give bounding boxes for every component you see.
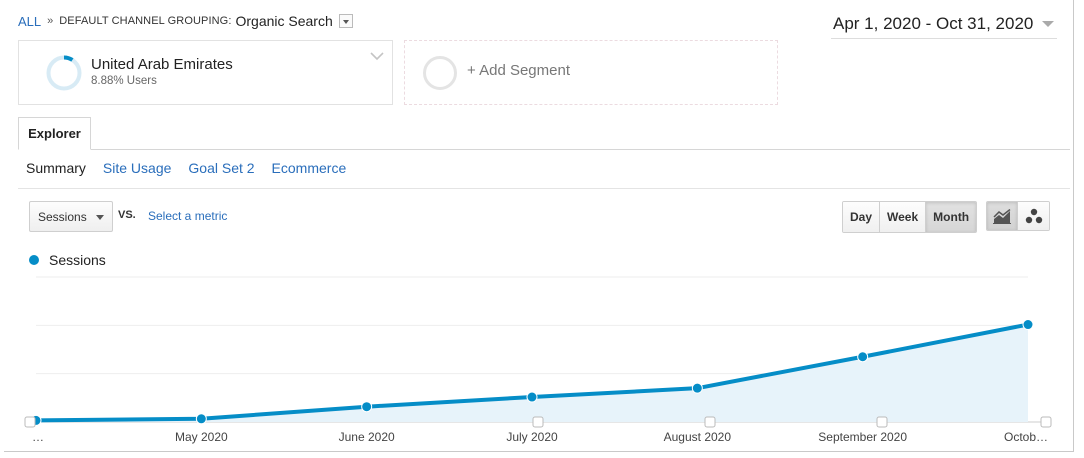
annotation-marker-icon[interactable] <box>704 416 716 428</box>
breadcrumb-all-link[interactable]: ALL <box>18 14 41 29</box>
sessions-legend-swatch <box>29 255 39 265</box>
empty-segment-ring-icon <box>423 56 457 90</box>
segment-share: 8.88% Users <box>91 75 157 87</box>
vs-label: VS. <box>118 209 136 221</box>
date-range-text: Apr 1, 2020 - Oct 31, 2020 <box>833 14 1034 33</box>
x-tick-label: May 2020 <box>175 430 228 444</box>
annotation-marker-icon[interactable] <box>24 416 36 428</box>
subtab-divider <box>18 188 1070 189</box>
breadcrumb-dimension-label: DEFAULT CHANNEL GROUPING: <box>59 15 232 27</box>
motion-chart-button[interactable] <box>1018 202 1049 230</box>
chevron-down-icon[interactable] <box>370 51 384 61</box>
period-month-button[interactable]: Month <box>926 202 977 232</box>
x-tick-label: August 2020 <box>664 430 732 444</box>
x-tick-label: September 2020 <box>818 430 907 444</box>
x-tick-label: June 2020 <box>339 430 395 444</box>
period-day-button[interactable]: Day <box>843 202 881 232</box>
select-metric-link[interactable]: Select a metric <box>148 209 227 223</box>
sessions-point-3[interactable] <box>526 391 538 403</box>
annotation-marker-icon[interactable] <box>1040 416 1052 428</box>
line-chart-button[interactable] <box>987 202 1018 230</box>
period-toggle: Day Week Month <box>842 201 978 233</box>
tab-explorer[interactable]: Explorer <box>18 117 91 150</box>
add-segment-label: + Add Segment <box>467 62 570 79</box>
x-tick-label: Octob… <box>1004 430 1048 444</box>
date-range-picker[interactable]: Apr 1, 2020 - Oct 31, 2020 <box>833 14 1055 34</box>
add-segment-button[interactable]: + Add Segment <box>404 40 778 105</box>
segment-card[interactable]: United Arab Emirates 8.88% Users <box>18 40 393 105</box>
motion-chart-icon <box>1025 208 1042 224</box>
subtab-goal-set-2[interactable]: Goal Set 2 <box>188 160 254 176</box>
annotation-marker-icon[interactable] <box>876 416 888 428</box>
subtab-ecommerce[interactable]: Ecommerce <box>272 160 347 176</box>
tab-divider <box>18 149 1070 150</box>
metric-select[interactable]: Sessions <box>29 201 113 232</box>
subtab-site-usage[interactable]: Site Usage <box>103 160 171 176</box>
sessions-point-4[interactable] <box>691 382 703 394</box>
metric-select-value: Sessions <box>38 209 87 224</box>
sessions-point-6[interactable] <box>1022 319 1034 331</box>
chart-type-toggle <box>986 201 1050 231</box>
sessions-point-2[interactable] <box>361 401 373 413</box>
date-range-divider <box>831 38 1057 39</box>
annotation-marker-icon[interactable] <box>532 416 544 428</box>
chart-legend: Sessions <box>29 252 106 268</box>
subtab-summary[interactable]: Summary <box>26 160 86 176</box>
dimension-dropdown-icon[interactable] <box>338 14 353 28</box>
breadcrumb: ALL » DEFAULT CHANNEL GROUPING: Organic … <box>18 13 353 29</box>
period-week-button[interactable]: Week <box>880 202 927 232</box>
segment-name: United Arab Emirates <box>91 56 233 73</box>
breadcrumb-dimension-value: Organic Search <box>235 13 333 29</box>
x-tick-label: … <box>32 430 44 444</box>
sessions-point-1[interactable] <box>195 413 207 425</box>
sessions-point-5[interactable] <box>857 351 869 363</box>
caret-down-icon <box>1042 21 1055 27</box>
breadcrumb-separator: » <box>47 15 54 27</box>
segment-share-ring-icon <box>46 55 82 91</box>
explorer-subtabs: Summary Site Usage Goal Set 2 Ecommerce <box>26 160 346 176</box>
x-tick-label: July 2020 <box>506 430 558 444</box>
line-chart-icon <box>993 208 1011 224</box>
caret-down-icon <box>96 215 104 220</box>
sessions-legend-label: Sessions <box>49 252 106 268</box>
